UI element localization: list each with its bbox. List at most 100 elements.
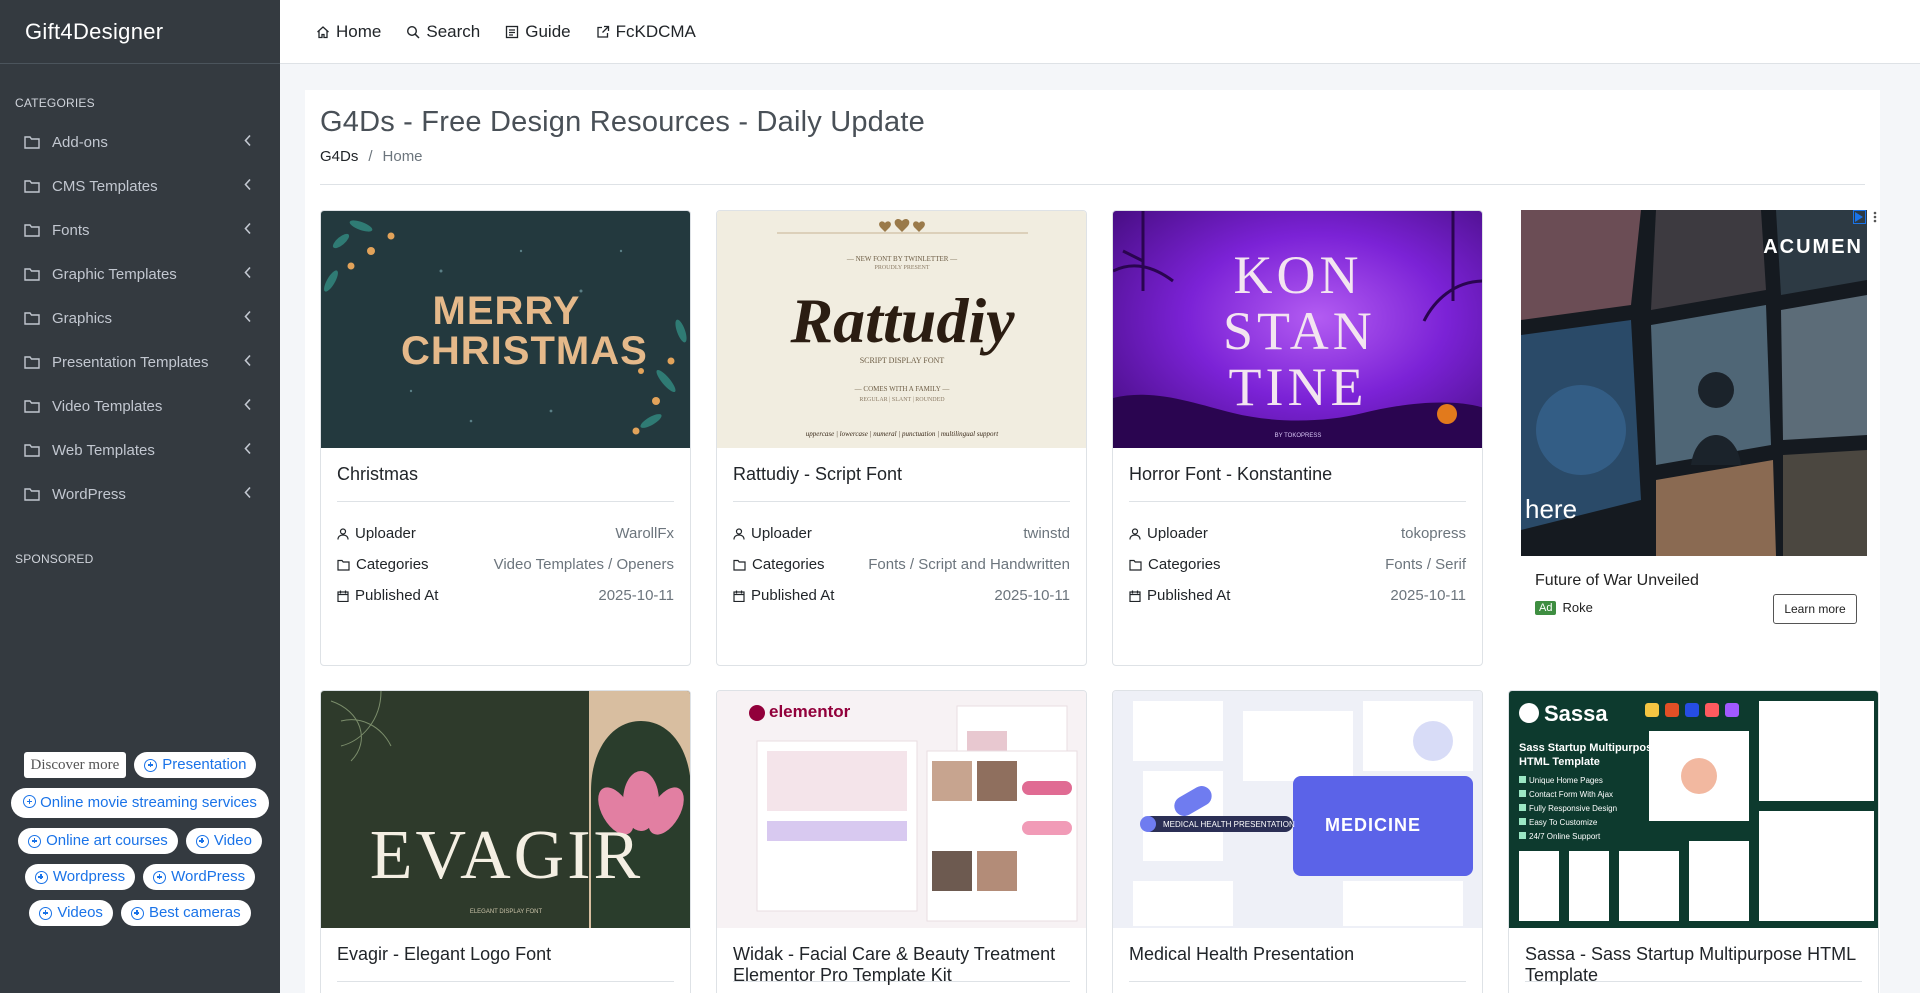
published-value: 2025-10-11 (994, 587, 1070, 604)
resource-card[interactable]: — NEW FONT BY TWINLETTER — PROUDLY PRESE… (716, 210, 1087, 666)
card-title[interactable]: Christmas (321, 448, 690, 501)
folder-icon (337, 559, 350, 571)
card-title[interactable]: Evagir - Elegant Logo Font (321, 928, 690, 981)
sidebar-item-graphic-templates[interactable]: Graphic Templates (0, 252, 280, 296)
sponsored-chips: Discover more Presentation Online movie … (0, 752, 280, 926)
meta-categories: Categories Video Templates / Openers (337, 549, 674, 580)
card-title[interactable]: Horror Font - Konstantine (1113, 448, 1482, 501)
uploader-value[interactable]: twinstd (1023, 525, 1070, 542)
categories-header: CATEGORIES (15, 96, 95, 110)
folder-icon (24, 355, 52, 369)
brand-logo[interactable]: Gift4Designer (0, 0, 280, 64)
ad-overlay-text: here (1525, 494, 1578, 524)
nav-guide[interactable]: Guide (505, 21, 571, 42)
meta-uploader: Uploader WarollFx (337, 518, 674, 549)
discover-more-chip[interactable]: Discover more (23, 752, 127, 778)
sidebar-item-add-ons[interactable]: Add-ons (0, 120, 280, 164)
home-icon (317, 25, 329, 38)
meta-label: Published At (751, 587, 835, 604)
user-icon (337, 527, 349, 540)
wordpress-chip[interactable]: Wordpress (24, 864, 136, 890)
folder-icon (24, 267, 52, 281)
card-thumbnail[interactable]: elementor (717, 691, 1086, 928)
thumbnail-art: MEDICAL HEALTH PRESENTATION (1133, 701, 1473, 926)
card-thumbnail[interactable]: MEDICAL HEALTH PRESENTATION MEDICINE (1113, 691, 1482, 928)
wordpress-chip-2[interactable]: WordPress (143, 864, 256, 890)
nav-home[interactable]: Home (316, 22, 381, 42)
resource-card[interactable]: MEDICAL HEALTH PRESENTATION MEDICINE Med… (1112, 690, 1483, 993)
plus-circle-icon (34, 870, 48, 884)
plus-circle-icon (195, 834, 209, 848)
resource-card[interactable]: elementor Widak - Facial Care & Beauty T… (716, 690, 1087, 993)
streaming-chip[interactable]: Online movie streaming services (11, 788, 269, 818)
search-icon (407, 25, 420, 39)
sidebar-item-web-templates[interactable]: Web Templates (0, 428, 280, 472)
uploader-value[interactable]: WarollFx (615, 525, 674, 542)
resource-card[interactable]: MERRY CHRISTMAS Christmas Uploader Warol… (320, 210, 691, 666)
breadcrumb-root[interactable]: G4Ds (320, 148, 358, 165)
thumbnail-text: elementor (769, 702, 851, 721)
card-title[interactable]: Rattudiy - Script Font (717, 448, 1086, 501)
meta-label: Categories (1148, 556, 1221, 573)
sidebar: Gift4Designer CATEGORIES Add-ons CMS Tem… (0, 0, 280, 993)
card-title[interactable]: Medical Health Presentation (1113, 928, 1482, 981)
sponsored-header: SPONSORED (15, 552, 94, 566)
meta-uploader: Uploader twinstd (733, 518, 1070, 549)
plus-circle-icon (144, 758, 158, 772)
sidebar-item-graphics[interactable]: Graphics (0, 296, 280, 340)
sidebar-item-presentation-templates[interactable]: Presentation Templates (0, 340, 280, 384)
card-title[interactable]: Widak - Facial Care & Beauty Treatment E… (717, 928, 1086, 985)
folder-icon (24, 487, 52, 501)
categories-value[interactable]: Fonts / Serif (1385, 556, 1466, 573)
nav-search[interactable]: Search (406, 22, 480, 42)
uploader-value[interactable]: tokopress (1401, 525, 1466, 542)
sidebar-item-cms-templates[interactable]: CMS Templates (0, 164, 280, 208)
card-thumbnail[interactable]: BY TOKOPRESS KON STAN TINE (1113, 211, 1482, 448)
meta-label: Uploader (1147, 525, 1208, 542)
resource-card[interactable]: Sass Startup Multipurpose HTML Template … (1508, 690, 1879, 993)
ad-learn-more-button[interactable]: Learn more (1773, 594, 1857, 624)
chip-label: Online art courses (46, 832, 168, 849)
video-chip[interactable]: Video (185, 828, 262, 854)
svg-text:BY TOKOPRESS: BY TOKOPRESS (1275, 433, 1322, 439)
art-courses-chip[interactable]: Online art courses (18, 828, 178, 854)
presentation-chip[interactable]: Presentation (134, 752, 257, 778)
sponsored-ad[interactable]: ACUMEN here Future of War Unveiled Ad Rok… (1521, 210, 1880, 630)
card-thumbnail[interactable]: MERRY CHRISTMAS (321, 211, 690, 448)
svg-text:ELEGANT DISPLAY FONT: ELEGANT DISPLAY FONT (470, 909, 543, 915)
thumbnail-text: Sassa (1544, 701, 1608, 726)
svg-text:SCRIPT DISPLAY FONT: SCRIPT DISPLAY FONT (860, 356, 945, 365)
sidebar-item-wordpress[interactable]: WordPress (0, 472, 280, 516)
ad-choices-icon[interactable] (1853, 210, 1881, 224)
card-thumbnail[interactable]: ELEGANT DISPLAY FONT EVAGIR (321, 691, 690, 928)
videos-chip[interactable]: Videos (29, 900, 113, 926)
card-thumbnail[interactable]: — NEW FONT BY TWINLETTER — PROUDLY PRESE… (717, 211, 1086, 448)
meta-label: Published At (1147, 587, 1231, 604)
nav-guide-label: Guide (525, 21, 571, 41)
chevron-left-icon (244, 222, 252, 239)
breadcrumb-separator: / (368, 148, 373, 165)
nav-fckdcma[interactable]: FcKDCMA (596, 22, 696, 42)
sidebar-item-label: Presentation Templates (52, 353, 209, 371)
chevron-left-icon (244, 310, 252, 327)
categories-value[interactable]: Fonts / Script and Handwritten (868, 556, 1070, 573)
resource-card[interactable]: ELEGANT DISPLAY FONT EVAGIR Evagir - Ele… (320, 690, 691, 993)
resource-card[interactable]: BY TOKOPRESS KON STAN TINE Horror Font -… (1112, 210, 1483, 666)
page-title: G4Ds - Free Design Resources - Daily Upd… (320, 106, 925, 138)
ad-image[interactable]: ACUMEN here (1521, 210, 1867, 556)
ad-title[interactable]: Future of War Unveiled (1535, 572, 1699, 590)
thumbnail-art (749, 705, 1078, 922)
ad-brand-text: ACUMEN (1763, 236, 1863, 258)
sidebar-item-video-templates[interactable]: Video Templates (0, 384, 280, 428)
svg-text:— COMES WITH A FAMILY —: — COMES WITH A FAMILY — (854, 385, 951, 393)
sidebar-item-fonts[interactable]: Fonts (0, 208, 280, 252)
plus-circle-icon (130, 906, 144, 920)
svg-text:Sass Startup Multipurpose: Sass Startup Multipurpose (1519, 742, 1658, 754)
folder-icon (24, 399, 52, 413)
card-thumbnail[interactable]: Sass Startup Multipurpose HTML Template … (1509, 691, 1878, 928)
card-meta: Uploader tokopress Categories Fonts / Se… (1113, 502, 1482, 611)
categories-value[interactable]: Video Templates / Openers (494, 556, 674, 573)
card-title[interactable]: Sassa - Sass Startup Multipurpose HTML T… (1509, 928, 1878, 985)
best-cameras-chip[interactable]: Best cameras (120, 900, 251, 926)
ad-source-name: Roke (1562, 600, 1593, 615)
